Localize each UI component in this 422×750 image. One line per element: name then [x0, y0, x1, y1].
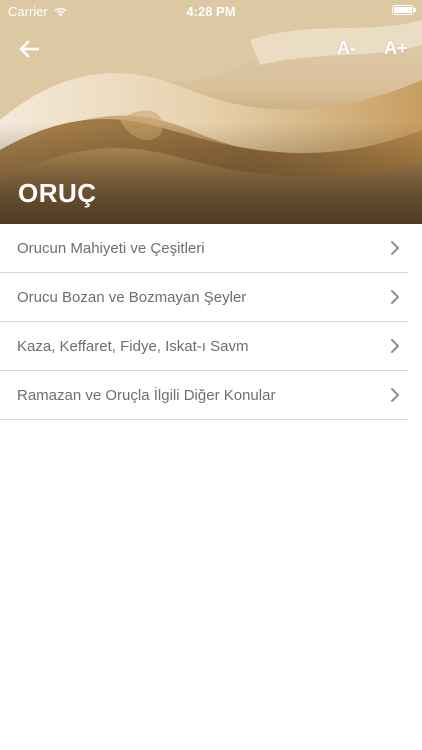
topic-list: Orucun Mahiyeti ve Çeşitleri Orucu Bozan…: [0, 224, 422, 420]
battery-icon: [392, 5, 416, 15]
chevron-right-icon: [391, 241, 399, 255]
status-bar: Carrier 4:28 PM: [0, 0, 422, 22]
back-button[interactable]: [14, 34, 44, 64]
list-item-label: Orucu Bozan ve Bozmayan Şeyler: [17, 289, 247, 306]
increase-font-button[interactable]: A+: [384, 38, 408, 59]
list-item[interactable]: Orucun Mahiyeti ve Çeşitleri: [0, 224, 422, 273]
list-item-label: Kaza, Keffaret, Fidye, Iskat-ı Savm: [17, 338, 249, 355]
arrow-left-icon: [19, 40, 39, 58]
status-time: 4:28 PM: [186, 4, 236, 19]
list-item[interactable]: Kaza, Keffaret, Fidye, Iskat-ı Savm: [0, 322, 422, 371]
header-banner: Carrier 4:28 PM A- A+ ORUÇ: [0, 0, 422, 224]
chevron-right-icon: [391, 339, 399, 353]
chevron-right-icon: [391, 388, 399, 402]
list-item-label: Ramazan ve Oruçla İlgili Diğer Konular: [17, 387, 276, 404]
list-item-label: Orucun Mahiyeti ve Çeşitleri: [17, 240, 205, 257]
page-title: ORUÇ: [18, 178, 97, 208]
decrease-font-button[interactable]: A-: [337, 38, 356, 59]
list-item[interactable]: Orucu Bozan ve Bozmayan Şeyler: [0, 273, 422, 322]
chevron-right-icon: [391, 290, 399, 304]
list-item[interactable]: Ramazan ve Oruçla İlgili Diğer Konular: [0, 371, 422, 420]
